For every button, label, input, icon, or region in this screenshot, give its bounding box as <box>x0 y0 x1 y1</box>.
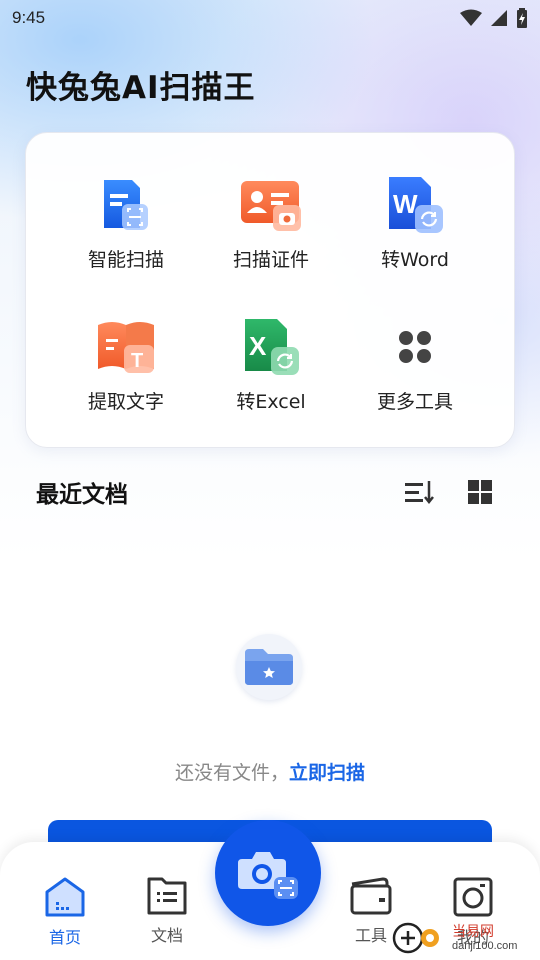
profile-icon <box>453 877 493 917</box>
scan-now-link[interactable]: 立即扫描 <box>289 762 365 784</box>
tool-label: 转Excel <box>236 391 306 413</box>
camera-icon <box>238 852 298 899</box>
home-icon <box>45 877 85 917</box>
smart-scan-icon <box>94 173 158 237</box>
grid-view-button[interactable] <box>464 476 496 508</box>
recent-docs-title: 最近文档 <box>36 482 128 508</box>
tool-more-tools[interactable]: 更多工具 <box>340 315 490 425</box>
watermark-site: danji100.com <box>452 939 518 952</box>
tool-label: 转Word <box>381 249 449 271</box>
signal-icon <box>491 10 507 26</box>
grid-view-icon <box>468 480 492 504</box>
more-tools-icon <box>383 315 447 379</box>
tool-label: 扫描证件 <box>232 249 309 271</box>
sort-button[interactable] <box>403 476 435 508</box>
documents-icon <box>147 877 187 915</box>
app-title: 快兔兔AI扫描王 <box>26 70 256 106</box>
watermark-brand: 当易网 <box>452 923 494 940</box>
watermark: 当易网 danji100.com <box>392 918 540 958</box>
excel-convert-icon: X <box>239 315 303 379</box>
extract-text-icon: T <box>94 315 158 379</box>
svg-text:T: T <box>131 350 143 372</box>
empty-folder-illustration <box>236 634 302 700</box>
tool-smart-scan[interactable]: 智能扫描 <box>51 173 201 283</box>
id-card-scan-icon <box>239 173 303 237</box>
nav-label: 首页 <box>48 928 81 947</box>
svg-text:X: X <box>249 331 267 361</box>
battery-icon <box>517 8 527 28</box>
tool-label: 更多工具 <box>376 391 453 413</box>
wifi-icon <box>460 9 482 26</box>
sort-list-icon <box>405 481 434 505</box>
status-bar: 9:45 <box>0 0 540 36</box>
tool-label: 提取文字 <box>87 391 164 413</box>
tool-id-card-scan[interactable]: 扫描证件 <box>196 173 346 283</box>
empty-message: 还没有文件， <box>174 762 289 784</box>
tool-excel-convert[interactable]: X 转Excel <box>196 315 346 425</box>
nav-home[interactable]: 首页 <box>35 876 95 948</box>
status-time: 9:45 <box>12 8 46 27</box>
status-icons <box>460 8 528 28</box>
camera-scan-button[interactable] <box>215 820 321 926</box>
word-convert-icon: W <box>383 173 447 237</box>
nav-documents[interactable]: 文档 <box>137 876 197 946</box>
tools-icon <box>350 877 392 915</box>
watermark-logo-icon <box>392 922 439 954</box>
tool-extract-text[interactable]: T 提取文字 <box>51 315 201 425</box>
nav-label: 文档 <box>150 926 183 945</box>
tools-card: 智能扫描 扫描证件 W 转Word T 提取文字 X 转Excel 更多工具 <box>25 132 515 448</box>
folder-icon <box>245 649 293 685</box>
empty-state-text: 还没有文件，立即扫描 <box>0 758 540 785</box>
tool-word-convert[interactable]: W 转Word <box>340 173 490 283</box>
nav-label: 工具 <box>354 926 387 945</box>
tool-label: 智能扫描 <box>87 249 164 271</box>
svg-text:W: W <box>393 189 418 219</box>
